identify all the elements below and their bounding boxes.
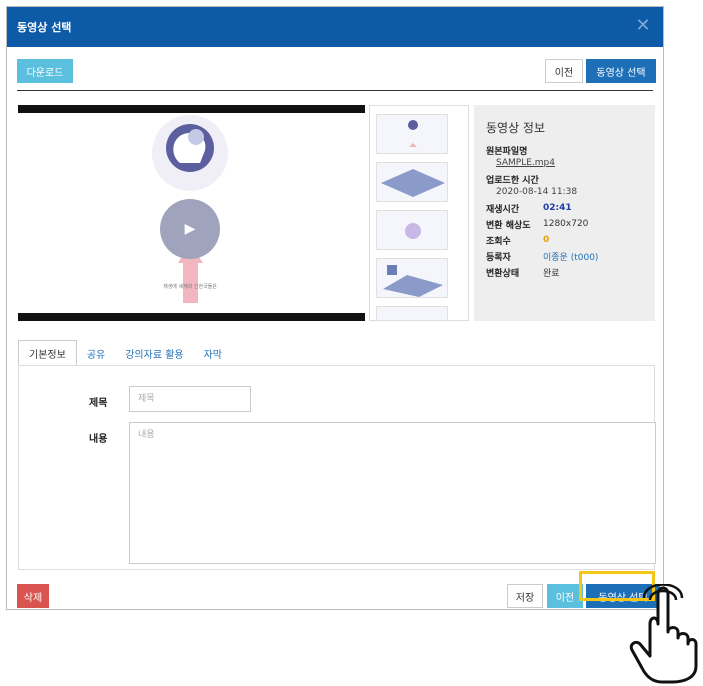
tab-share[interactable]: 공유 xyxy=(77,340,115,366)
basic-info-panel: 제목 제목 내용 내용 xyxy=(18,365,656,570)
duration-label: 재생시간 xyxy=(486,204,520,215)
tab-basic-info[interactable]: 기본정보 xyxy=(18,340,77,366)
thumbnail[interactable] xyxy=(376,306,448,320)
tab-subtitles[interactable]: 자막 xyxy=(194,340,232,366)
content-label: 내용 xyxy=(89,434,108,445)
registrant-value: 이종운 (t000) xyxy=(543,252,599,263)
thumbnail[interactable] xyxy=(376,210,448,250)
tab-lecture-material[interactable]: 강의자료 활용 xyxy=(115,340,193,366)
thumbnail[interactable] xyxy=(376,162,448,202)
info-heading: 동영상 정보 xyxy=(486,121,546,135)
views-label: 조회수 xyxy=(486,236,511,247)
video-caption: 재생에 세계와 신한국들은 xyxy=(163,283,217,290)
video-info-panel: 동영상 정보 원본파일명 SAMPLE.mp4 업로드한 시간 2020-08-… xyxy=(474,105,655,321)
delete-button[interactable]: 삭제 xyxy=(17,584,49,608)
video-player[interactable]: 재생에 세계와 신한국들은 ▶ xyxy=(18,105,365,321)
play-icon[interactable]: ▶ xyxy=(160,199,220,259)
dialog-title: 동영상 선택 xyxy=(17,21,72,34)
thumbnail[interactable] xyxy=(376,258,448,298)
download-button[interactable]: 다운로드 xyxy=(17,59,73,83)
status-label: 변환상태 xyxy=(486,268,520,279)
original-filename-link[interactable]: SAMPLE.mp4 xyxy=(486,158,643,171)
views-value: 0 xyxy=(543,235,550,245)
save-button[interactable]: 저장 xyxy=(507,584,543,608)
detail-tabs: 기본정보 공유 강의자료 활용 자막 xyxy=(18,340,232,366)
video-select-dialog: 동영상 선택 ✕ 다운로드 이전 동영상 선택 재생에 세계와 신한국들은 ▶ xyxy=(6,6,664,610)
upload-time-value: 2020-08-14 11:38 xyxy=(496,187,578,197)
pointer-hand-icon xyxy=(629,584,698,684)
original-filename-label: 원본파일명 xyxy=(486,146,528,157)
thumbnail-strip xyxy=(369,105,469,321)
footer-prev-button[interactable]: 이전 xyxy=(547,584,583,608)
resolution-value: 1280x720 xyxy=(543,219,589,229)
resolution-label: 변환 해상도 xyxy=(486,220,531,231)
status-value: 완료 xyxy=(543,268,560,279)
content-textarea[interactable]: 내용 xyxy=(129,422,656,564)
close-icon[interactable]: ✕ xyxy=(633,16,653,36)
title-label: 제목 xyxy=(89,398,108,409)
select-video-button[interactable]: 동영상 선택 xyxy=(586,59,656,83)
title-input[interactable]: 제목 xyxy=(129,386,251,412)
dialog-titlebar: 동영상 선택 ✕ xyxy=(7,7,663,47)
upload-time-label: 업로드한 시간 xyxy=(486,175,539,186)
divider xyxy=(17,90,653,91)
duration-value: 02:41 xyxy=(543,203,572,213)
registrant-label: 등록자 xyxy=(486,252,511,263)
thumbnail[interactable] xyxy=(376,114,448,154)
prev-button[interactable]: 이전 xyxy=(545,59,583,83)
